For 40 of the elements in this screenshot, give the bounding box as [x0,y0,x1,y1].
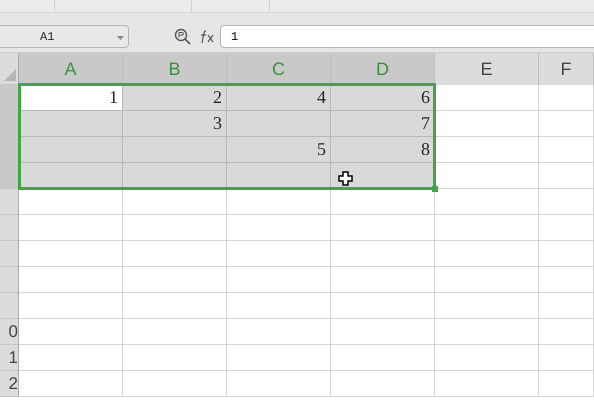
table-cell [539,163,594,189]
row-header[interactable]: 2 [0,371,19,397]
table-cell: 7 [331,111,435,137]
table-cell [539,111,594,137]
table-cell [539,345,594,371]
table-cell: 3 [123,111,227,137]
table-cell [539,241,594,267]
table-cell: 2 [123,85,227,111]
row-header[interactable] [0,163,19,189]
table-cell [539,371,594,397]
row-header[interactable]: 1 [0,345,19,371]
name-box[interactable]: A1 [0,25,129,48]
table-cell [539,267,594,293]
row-header[interactable] [0,267,19,293]
column-header[interactable]: E [435,53,539,85]
caret-icon [117,36,124,40]
table-cell: 5 [227,137,331,163]
cursor-icon [338,171,353,186]
row-header[interactable]: 0 [0,319,19,345]
select-all-icon[interactable] [4,69,16,81]
table-cell: 8 [331,137,435,163]
table-cell: 4 [227,85,331,111]
column-header[interactable]: F [539,53,594,85]
row-header[interactable] [0,85,19,111]
table-cell: 1 [19,85,123,111]
table-cell [539,85,594,111]
table-cell [539,293,594,319]
fill-handle[interactable] [432,186,438,192]
zoom-icon[interactable] [174,28,191,45]
table-cell [539,319,594,345]
row-header[interactable] [0,215,19,241]
function-icon[interactable] [200,30,216,44]
row-header[interactable] [0,241,19,267]
table-cell: 6 [331,85,435,111]
formula-field[interactable]: 1 [220,25,594,48]
row-header[interactable] [0,293,19,319]
table-cell [539,189,594,215]
table-cell [539,215,594,241]
table-cell [539,137,594,163]
row-header[interactable] [0,189,19,215]
